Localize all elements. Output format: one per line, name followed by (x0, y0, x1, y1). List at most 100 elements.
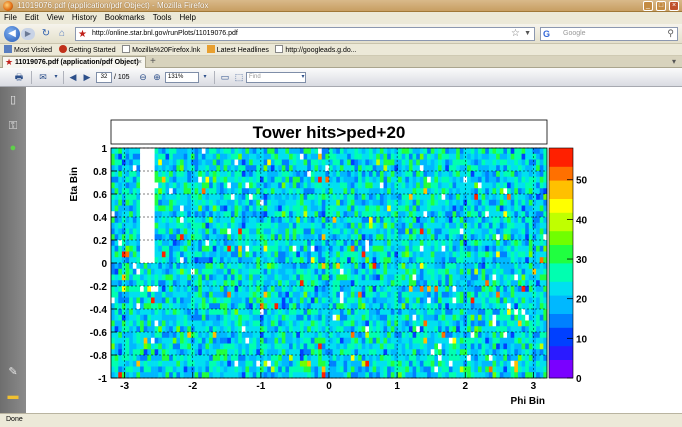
heatmap-cell (521, 240, 526, 247)
heatmap-cell (350, 309, 355, 316)
heatmap-cell (154, 199, 159, 206)
heatmap-cell (292, 171, 297, 178)
heatmap-cell (238, 286, 243, 293)
heatmap-cell (503, 159, 508, 166)
heatmap-cell (383, 366, 388, 373)
url-dropdown-icon[interactable]: ▼ (524, 30, 531, 37)
heatmap-cell (238, 228, 243, 235)
pdf-document-view[interactable]: Tower hits>ped+20 -3 -2 -1 0 1 2 3 1 0.8 0.6 0.4 0… (26, 87, 682, 413)
menu-file[interactable]: File (0, 12, 21, 24)
heatmap-cell (216, 165, 221, 172)
heatmap-cell (263, 291, 268, 298)
bookmark-star-icon[interactable]: ☆ (511, 28, 520, 39)
search-bar[interactable]: G Google ⚲ (540, 27, 678, 41)
heatmap-cell (514, 188, 519, 195)
pages-icon[interactable]: ▯ (6, 93, 20, 107)
next-page-icon[interactable]: ▶ (80, 71, 94, 84)
heatmap-cell (398, 194, 402, 201)
heatmap-cell (292, 148, 297, 155)
heatmap-cell (198, 337, 203, 344)
heatmap-cell (438, 309, 442, 316)
new-tab-button[interactable]: + (150, 56, 156, 67)
heatmap-cell (285, 286, 290, 293)
heatmap-cell (154, 280, 159, 287)
heatmap-cell (416, 217, 421, 224)
heatmap-cell (256, 314, 261, 321)
heatmap-cell (539, 153, 544, 160)
zoom-in-icon[interactable]: ⊕ (150, 71, 164, 84)
forward-button[interactable]: ▶ (21, 28, 35, 40)
heatmap-cell (339, 165, 344, 172)
email-icon[interactable]: ✉ (36, 71, 50, 84)
heatmap-cell (459, 326, 464, 333)
heatmap-cell (296, 148, 301, 155)
heatmap-cell (343, 349, 348, 356)
attachment-icon[interactable]: ✎ (6, 365, 20, 379)
page-number-input[interactable]: 32 (96, 72, 112, 83)
close-button[interactable]: × (669, 1, 679, 11)
heatmap-cell (445, 188, 450, 195)
heatmap-cell (325, 268, 330, 275)
search-icon[interactable]: ⚲ (667, 28, 674, 39)
heatmap-cell (158, 349, 163, 356)
email-dropdown-icon[interactable]: ▾ (49, 71, 63, 84)
heatmap-cell (438, 159, 442, 166)
minimize-button[interactable]: _ (643, 1, 653, 11)
heatmap-cell (252, 349, 257, 356)
heatmap-cell (158, 291, 163, 298)
heatmap-cell (143, 314, 148, 321)
heatmap-cell (267, 182, 272, 189)
heatmap-cell (201, 217, 206, 224)
menu-history[interactable]: History (68, 12, 101, 24)
help-icon[interactable]: ● (6, 141, 20, 155)
zoom-out-icon[interactable]: ⊖ (136, 71, 150, 84)
heatmap-cell (358, 343, 362, 350)
heatmap-cell (321, 314, 326, 321)
url-bar[interactable]: ★ http://online.star.bnl.gov/runPlots/11… (75, 27, 535, 41)
heatmap-cell (220, 297, 224, 304)
close-tab-icon[interactable]: × (138, 57, 142, 68)
heatmap-cell (376, 251, 381, 258)
heatmap-cell (216, 286, 221, 293)
menu-edit[interactable]: Edit (21, 12, 43, 24)
heatmap-cell (536, 268, 541, 275)
previous-page-icon[interactable]: ◀ (66, 71, 80, 84)
heatmap-cell (299, 148, 304, 155)
google-icon[interactable]: G (543, 29, 550, 39)
menu-bookmarks[interactable]: Bookmarks (101, 12, 149, 24)
heatmap-cell (303, 343, 308, 350)
heatmap-cell (448, 188, 453, 195)
home-button[interactable]: ⌂ (55, 28, 69, 40)
heatmap-cell (387, 268, 392, 275)
heatmap-cell (365, 257, 370, 264)
heatmap-cell (408, 314, 413, 321)
color-scale-segment (549, 304, 573, 310)
color-scale-segment (549, 157, 573, 163)
menu-help[interactable]: Help (175, 12, 199, 24)
heatmap-cell (143, 165, 148, 172)
tab-list-button[interactable]: ▾ (672, 56, 676, 68)
heatmap-cell (245, 159, 250, 166)
zoom-dropdown-icon[interactable]: ▾ (198, 71, 212, 84)
zoom-select[interactable]: 131% (165, 72, 199, 83)
reload-button[interactable]: ↻ (39, 28, 53, 40)
tab-pdf[interactable]: ★ 11019076.pdf (application/pdf Object) … (2, 56, 146, 68)
heatmap-cell (401, 355, 406, 362)
comments-icon[interactable]: ▬ (6, 389, 20, 403)
fit-page-icon[interactable]: ▭ (218, 71, 232, 84)
heatmap-cell (361, 153, 366, 160)
back-button[interactable]: ◀ (4, 26, 20, 42)
menu-view[interactable]: View (43, 12, 68, 24)
maximize-button[interactable]: □ (656, 1, 666, 11)
lock-icon[interactable]: ⚿ (6, 119, 20, 133)
heatmap-cell (510, 176, 515, 183)
heatmap-cell (332, 355, 337, 362)
heatmap-cell (358, 349, 362, 356)
print-icon[interactable]: 🖶 (12, 71, 26, 84)
menu-tools[interactable]: Tools (149, 12, 176, 24)
heatmap-cell (245, 372, 250, 379)
fit-width-icon[interactable]: ⬚ (232, 71, 246, 84)
find-dropdown-icon[interactable]: ▾ (296, 71, 310, 84)
heatmap-cell (180, 366, 184, 373)
heatmap-cell (212, 355, 217, 362)
